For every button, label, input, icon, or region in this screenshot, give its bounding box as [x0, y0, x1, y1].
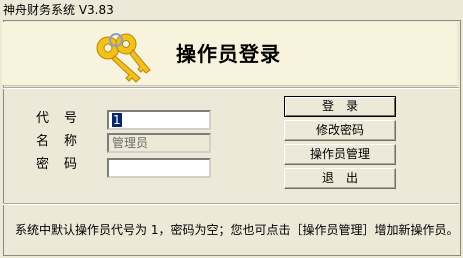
name-label: 名称 [36, 134, 93, 149]
window-titlebar: 神舟财务系统 V3.83 [0, 0, 463, 20]
login-header: 操作员登录 [2, 22, 457, 86]
status-message: 系统中默认操作员代号为 1，密码为空；您也可点击［操作员管理］增加新操作员。 [15, 223, 459, 237]
exit-button[interactable]: 退 出 [284, 168, 396, 189]
password-label: 密码 [36, 157, 93, 172]
login-button[interactable]: 登 录 [284, 96, 396, 117]
login-title: 操作员登录 [176, 42, 281, 66]
keys-icon [96, 33, 151, 83]
code-label: 代号 [36, 111, 93, 126]
status-divider [3, 203, 459, 205]
code-input[interactable]: 1 [107, 110, 211, 130]
password-input[interactable] [107, 158, 211, 178]
window-title: 神舟财务系统 V3.83 [3, 3, 114, 17]
name-field: 管理员 [107, 133, 211, 153]
header-divider [3, 87, 459, 89]
name-field-value: 管理员 [112, 136, 149, 150]
code-input-value: 1 [112, 113, 122, 127]
change-password-button[interactable]: 修改密码 [284, 120, 396, 141]
operator-manage-button[interactable]: 操作员管理 [284, 144, 396, 165]
